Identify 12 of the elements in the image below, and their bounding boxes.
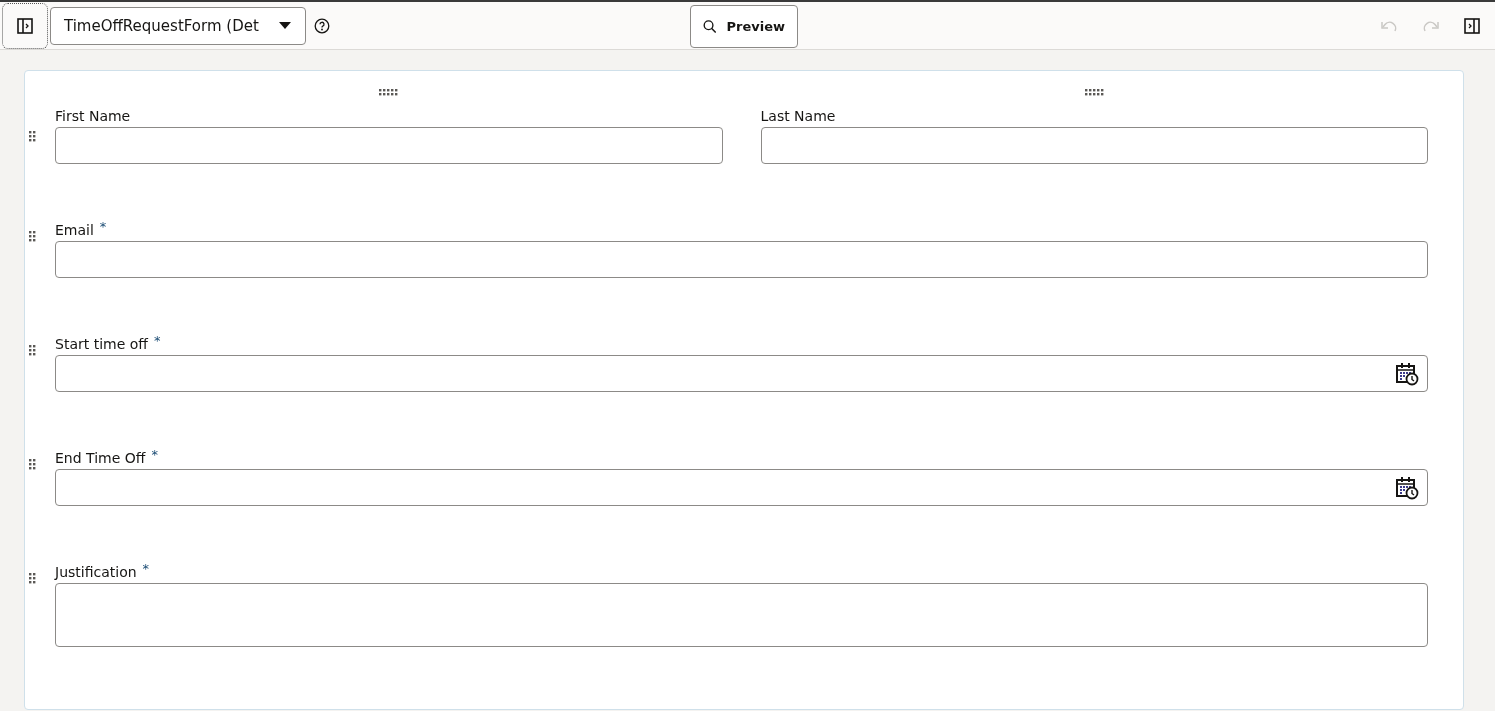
preview-button[interactable]: Preview	[690, 5, 798, 48]
field-label: End Time Off	[55, 449, 146, 467]
required-mark: *	[153, 335, 161, 347]
field-label: Start time off	[55, 335, 148, 353]
field-label: Email	[55, 221, 94, 239]
required-mark: *	[142, 563, 150, 575]
field-label: Last Name	[760, 107, 836, 125]
field-label: First Name	[55, 107, 131, 125]
form-selector-dropdown[interactable]: TimeOffRequestForm (Det	[50, 6, 306, 45]
field-label: Justification	[55, 563, 137, 581]
required-mark: *	[99, 221, 107, 233]
required-mark: *	[151, 449, 158, 461]
